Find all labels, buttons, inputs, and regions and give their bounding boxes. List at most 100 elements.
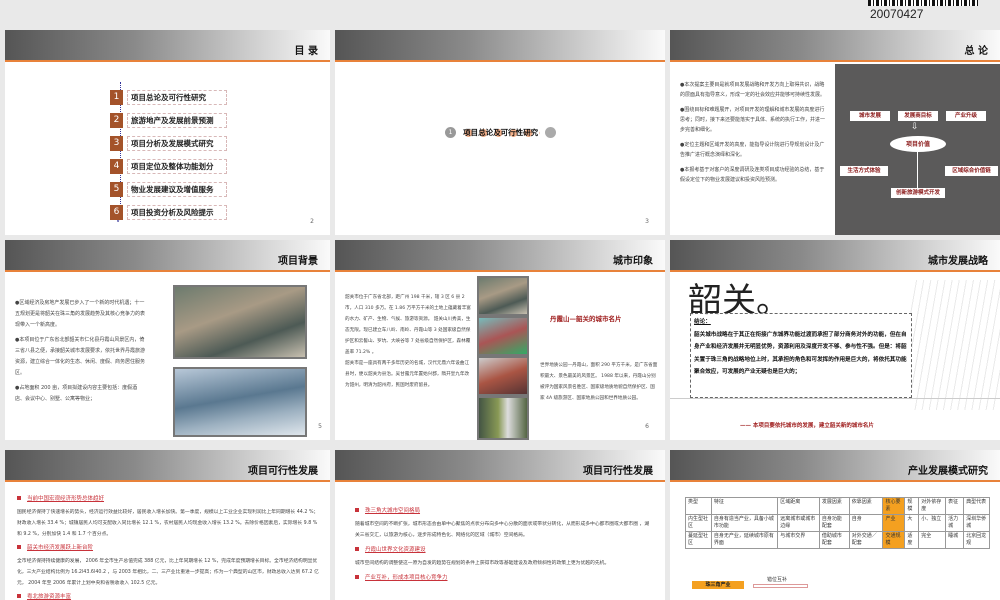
table-header: 对外依存度 bbox=[918, 497, 947, 515]
table-header: 典型代表 bbox=[963, 497, 990, 515]
bullet-square-icon bbox=[355, 508, 359, 512]
toc-num: 5 bbox=[110, 182, 123, 197]
diagram-box: 发展商目标 bbox=[898, 111, 938, 121]
table-header: 特征 bbox=[710, 497, 779, 515]
bullet-square-icon bbox=[17, 594, 21, 598]
diagram-box: 产业升级 bbox=[946, 111, 986, 121]
table-header: 发展因素 bbox=[818, 497, 850, 515]
section-link[interactable]: 粤北旅游资源丰富 bbox=[27, 594, 71, 600]
toc-label: 项目分析及发展模式研究 bbox=[127, 136, 227, 151]
toc-item[interactable]: 5 物业发展建议及增值服务 bbox=[110, 182, 227, 197]
section-link[interactable]: 韶关市经济发展跃上新台阶 bbox=[27, 545, 93, 551]
toc-label: 项目投资分析及风险提示 bbox=[127, 205, 227, 220]
stamp-date: 20070427 bbox=[870, 7, 924, 21]
page-number: 3 bbox=[645, 218, 649, 225]
city-card-heading: 丹霞山—韶关的城市名片 bbox=[550, 315, 622, 323]
toc-label: 项目定位及整体功能划分 bbox=[127, 159, 227, 174]
paragraph: 全市经济保持持续健康的发展， 2006 年全市生产总值完成 388 亿元，比上年… bbox=[17, 559, 319, 586]
table-cell: 自身 bbox=[848, 514, 884, 532]
slide-industry-model[interactable]: 产业发展模式研究 类型 特征 区域距离 发展因素 依靠因素 核心要素 规模 对外依存度 表征 典型… bbox=[670, 450, 1000, 600]
photo bbox=[479, 358, 527, 394]
slide-header: 产业发展模式研究 bbox=[670, 450, 1000, 482]
overview-text: ●本次提案主要目是就项目发展战略和开发方向上取得共识，战略的层面具有指导意义，形… bbox=[680, 80, 825, 185]
slide-city-strategy[interactable]: 城市发展战略 韶关。 结论： 韶关城市战略在于其正在衔接广东城界功能过渡而承担了… bbox=[670, 240, 1000, 440]
bullet: ●围绕目标和难题展开，对项目开发的理解和城市发展的高度进行思考；同时，接下来还要… bbox=[680, 107, 826, 133]
slide-header: 项目可行性发展 bbox=[335, 450, 665, 482]
bullet: ●区域经济及房地产发展已步入了一个新的时代机遇；十一五规划更是将韶关在珠三角的发… bbox=[15, 300, 146, 328]
toc-num: 6 bbox=[110, 205, 123, 220]
sketch-background bbox=[910, 280, 1000, 410]
diagram-center: 项目价值 bbox=[890, 136, 946, 152]
table-row: 蔓延型社区 自身无产业，延续城市原有界面 与城市交界 借助城市配套 对外交通／配套 交通规… bbox=[685, 531, 990, 549]
bullet: ●本项目位于广东省北部韶关市仁化县丹霞山风景区内，倚三省八县之便，承接韶关城市发… bbox=[15, 337, 146, 376]
table-header: 表征 bbox=[945, 497, 965, 515]
slide-feasibility-2[interactable]: 项目可行性发展 珠三角大城市空间格局 随着城市空间的不断扩张，城市形态会由单中心… bbox=[335, 450, 665, 600]
slide-header: 目 录 bbox=[5, 30, 330, 62]
model-table: 类型 特征 区域距离 发展因素 依靠因素 核心要素 规模 对外依存度 表征 典型代表 内生型社区自… bbox=[685, 497, 990, 549]
section-link[interactable]: 丹霞山世界文化资源建设 bbox=[365, 547, 426, 553]
section-link[interactable]: 当前中国宏观经济形势总体趋好 bbox=[27, 496, 104, 502]
table-header: 依靠因素 bbox=[848, 497, 884, 515]
slide-title: 项目可行性发展 bbox=[248, 466, 318, 477]
slide-title: 项目背景 bbox=[278, 256, 318, 267]
toc-item[interactable]: 6 项目投资分析及风险提示 bbox=[110, 205, 227, 220]
barcode bbox=[868, 0, 978, 6]
diagram-box: 区域综合价值链 bbox=[945, 166, 998, 176]
table-header: 区域距离 bbox=[777, 497, 820, 515]
table-header: 核心要素 bbox=[882, 497, 906, 515]
photo bbox=[479, 318, 527, 354]
bullet: ●本次提案主要目是就项目发展战略和开发方向上取得共识，战略的层面具有指导意义，形… bbox=[680, 82, 826, 98]
table-cell: 自身无产业，延续城市原有界面 bbox=[710, 531, 779, 549]
bullet-square-icon bbox=[355, 547, 359, 551]
value-diagram: 城市发展 发展商目标 产业升级 ⇩ 项目价值 生活方式体验 区域综合价值链 创新… bbox=[835, 64, 1000, 235]
table-cell: 蔓延型社区 bbox=[685, 531, 712, 549]
arrow-down-icon: ⇩ bbox=[911, 122, 919, 132]
toc-label: 项目总论及可行性研究 bbox=[127, 90, 227, 105]
table-cell: 完全 bbox=[918, 531, 947, 549]
slide-title: 总 论 bbox=[964, 46, 988, 57]
section-num: 1 bbox=[445, 127, 456, 138]
bullet-square-icon bbox=[17, 496, 21, 500]
slide-background[interactable]: 项目背景 ●区域经济及房地产发展已步入了一个新的时代机遇；十一五规划更是将韶关在… bbox=[5, 240, 330, 440]
slide-title: 产业发展模式研究 bbox=[908, 466, 988, 477]
slide-title: 城市印象 bbox=[613, 256, 653, 267]
background-text: ●区域经济及房地产发展已步入了一个新的时代机遇；十一五规划更是将韶关在珠三角的发… bbox=[15, 298, 145, 405]
table-cell: 大 bbox=[904, 514, 920, 532]
table-cell: 借助城市配套 bbox=[818, 531, 850, 549]
table-cell: 活力城 bbox=[945, 514, 965, 532]
slide-header: 项目背景 bbox=[5, 240, 330, 272]
toc-num: 2 bbox=[110, 113, 123, 128]
table-header: 规模 bbox=[904, 497, 920, 515]
page-number: 5 bbox=[318, 423, 322, 430]
toc-item[interactable]: 3 项目分析及发展模式研究 bbox=[110, 136, 227, 151]
table-cell: 自身功能配套 bbox=[818, 514, 850, 532]
toc-item[interactable]: 4 项目定位及整体功能划分 bbox=[110, 159, 227, 174]
slide-header bbox=[335, 30, 665, 62]
section-link[interactable]: 珠三角大城市空间格局 bbox=[365, 508, 420, 514]
flow-box: 珠三角产业 bbox=[692, 581, 744, 589]
bullet-square-icon bbox=[355, 575, 359, 579]
toc-num: 3 bbox=[110, 136, 123, 151]
slide-title: 项目可行性发展 bbox=[583, 466, 653, 477]
toc-label: 旅游地产及发展前景预测 bbox=[127, 113, 227, 128]
section-link[interactable]: 产业互补，形成本项目核心竞争力 bbox=[365, 575, 448, 581]
connector-line bbox=[917, 152, 918, 188]
table-row: 内生型社区 自身有造当产业，具备小城市功能 远离城市或城市边缘 自身功能配套 自身 产业大… bbox=[685, 514, 990, 532]
bullet: ●占地面积 200 亩，项目拟建设内容主要包括：度假酒店、会议中心、别墅、公寓等… bbox=[15, 385, 138, 402]
paragraph: 韶关市位于广东省北部，距广州 198 千米，辖 3 区 6 县 2 市，人口 3… bbox=[345, 295, 471, 355]
paragraph: 随着城市空间的不断扩张，城市形态会由单中心聚焦的点状分布向多中心分散的面状或带状… bbox=[355, 522, 650, 538]
photo bbox=[479, 278, 527, 314]
paragraph: 城市空间结构的调整使这一原为自发的趋势在规划的条件上获得市政等基础建设及政府倾斜… bbox=[355, 561, 610, 566]
slide-section[interactable]: 1 项目总论及可行性研究 3 bbox=[335, 30, 665, 235]
toc-item[interactable]: 1 项目总论及可行性研究 bbox=[110, 90, 227, 105]
toc-item[interactable]: 2 旅游地产及发展前景预测 bbox=[110, 113, 227, 128]
slide-toc[interactable]: 目 录 v 1 项目总论及可行性研究 2 旅游地产及发展前景预测 3 项目分析及发展模… bbox=[5, 30, 330, 235]
slide-overview[interactable]: 总 论 ●本次提案主要目是就项目发展战略和开发方向上取得共识，战略的层面具有指导… bbox=[670, 30, 1000, 235]
slide-title: 目 录 bbox=[294, 46, 318, 57]
slide-city-impression[interactable]: 城市印象 韶关市位于广东省北部，距广州 198 千米，辖 3 区 6 县 2 市… bbox=[335, 240, 665, 440]
photo-strip bbox=[477, 276, 529, 440]
slide-feasibility-1[interactable]: 项目可行性发展 当前中国宏观经济形势总体趋好 国民经济保持了快速增长的势头，经济… bbox=[5, 450, 330, 600]
table-cell: 自身有造当产业，具备小城市功能 bbox=[710, 514, 779, 532]
landscape-painting bbox=[173, 367, 307, 437]
table-cell: 内生型社区 bbox=[685, 514, 712, 532]
